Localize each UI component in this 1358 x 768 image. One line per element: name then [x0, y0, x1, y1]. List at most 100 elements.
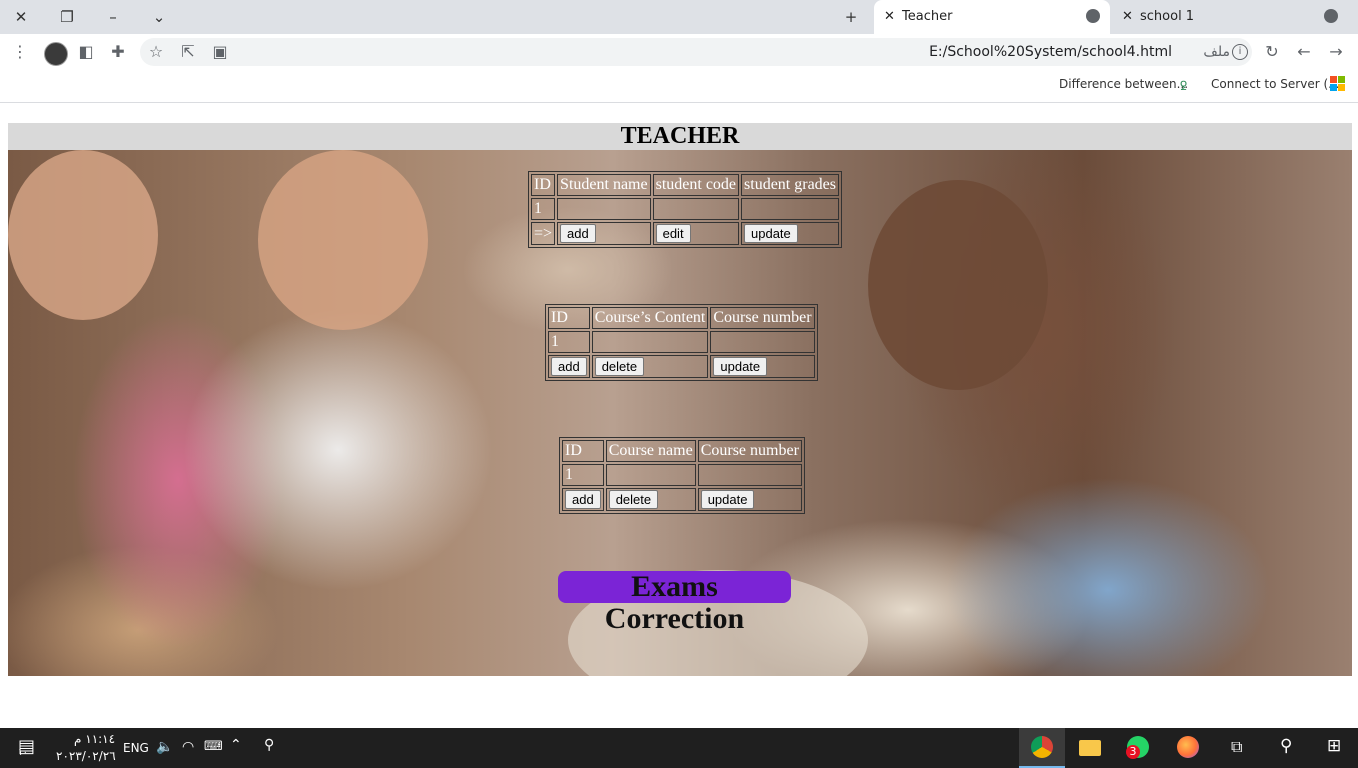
share-icon[interactable]: ⇱ — [178, 42, 198, 62]
chevron-up-icon[interactable]: ⌃ — [230, 737, 242, 753]
courses-table: ID Course name Course number 1 add delet… — [559, 437, 805, 514]
profile-avatar[interactable] — [44, 42, 68, 66]
table-header-row: ID Course’s Content Course number — [548, 307, 815, 329]
task-view-icon[interactable]: ⧉ — [1231, 737, 1242, 757]
close-tab-icon[interactable]: ✕ — [884, 9, 895, 24]
course-content-table: ID Course’s Content Course number 1 add … — [545, 304, 818, 381]
menu-dots-icon[interactable]: ⋮ — [10, 42, 30, 62]
cast-icon[interactable]: ▣ — [210, 42, 230, 62]
tab-title: school 1 — [1140, 9, 1195, 24]
address-url[interactable]: E:/School%20System/school4.html — [929, 44, 1172, 60]
globe-icon — [1324, 9, 1338, 23]
table-row: 1 — [548, 331, 815, 353]
side-panel-icon[interactable]: ◧ — [76, 42, 96, 62]
arrow-cell: => — [531, 222, 556, 245]
header-cell: student grades — [741, 174, 839, 196]
table-row: add delete update — [562, 488, 802, 511]
tab-teacher[interactable]: ✕ Teacher — [874, 0, 1110, 34]
header-cell: ID — [531, 174, 556, 196]
table-row: add delete update — [548, 355, 815, 378]
table-header-row: ID Course name Course number — [562, 440, 802, 462]
site-info-icon[interactable]: i — [1232, 44, 1248, 60]
header-cell: ID — [562, 440, 604, 462]
tab-school-1[interactable]: ✕ school 1 — [1112, 0, 1348, 34]
tab-bar: ✕ ❐ – ⌄ + ✕ Teacher ✕ school 1 — [0, 0, 1358, 34]
page-title: TEACHER — [8, 123, 1352, 150]
volume-icon[interactable]: 🔈 — [156, 739, 173, 755]
id-cell: 1 — [531, 198, 556, 220]
firefox-taskbar-app[interactable] — [1165, 728, 1211, 768]
photo-face-right — [868, 180, 1048, 390]
exams-correction-button[interactable]: Exams Correction — [558, 571, 791, 635]
search-icon[interactable]: ⚲ — [1280, 736, 1292, 756]
tab-title: Teacher — [902, 9, 953, 24]
edit-button[interactable]: edit — [655, 224, 691, 243]
chrome-taskbar-app[interactable] — [1019, 728, 1065, 768]
close-window-icon[interactable]: ✕ — [8, 4, 34, 30]
clock-time[interactable]: ١١:١٤ م — [74, 732, 115, 746]
back-arrow-icon[interactable]: ← — [1294, 42, 1314, 62]
photo-face-center — [258, 150, 428, 330]
minimize-window-icon[interactable]: – — [100, 4, 126, 30]
globe-icon — [1086, 9, 1100, 23]
windows-taskbar: ▤ ١٠ ١١:١٤ م ٢٠٢٣/٠٢/٢٦ ENG 🔈 ◠ ⌨ ⌃ ⚲ 3 … — [0, 728, 1358, 768]
empty-cell — [741, 198, 839, 220]
close-tab-icon[interactable]: ✕ — [1122, 9, 1133, 24]
folder-icon — [1079, 740, 1101, 756]
empty-cell — [557, 198, 651, 220]
network-icon[interactable]: ◠ — [182, 739, 194, 755]
update-button[interactable]: update — [744, 224, 798, 243]
table-row: 1 — [562, 464, 802, 486]
header-cell: Course number — [697, 440, 802, 462]
id-cell: 1 — [562, 464, 604, 486]
bookmark-difference[interactable]: Difference between... — [1059, 77, 1188, 91]
microsoft-logo-icon — [1330, 76, 1346, 92]
id-cell: 1 — [548, 331, 590, 353]
students-table: ID Student name student code student gra… — [528, 171, 842, 248]
update-button[interactable]: update — [713, 357, 768, 376]
address-bar[interactable]: ☆ ⇱ ▣ E:/School%20System/school4.html مل… — [140, 38, 1252, 66]
people-icon[interactable]: ⚲ — [264, 737, 274, 753]
delete-button[interactable]: delete — [594, 357, 645, 376]
table-row: => add edit update — [531, 222, 839, 245]
windows-start-icon[interactable]: ⊞ — [1327, 736, 1341, 756]
restore-window-icon[interactable]: ❐ — [54, 4, 80, 30]
empty-cell — [652, 198, 740, 220]
keyboard-icon[interactable]: ⌨ — [204, 739, 223, 754]
new-tab-button[interactable]: + — [838, 4, 864, 30]
firefox-icon — [1177, 736, 1199, 758]
empty-cell — [591, 331, 709, 353]
clock-date[interactable]: ٢٠٢٣/٠٢/٢٦ — [56, 749, 116, 763]
delete-button[interactable]: delete — [608, 490, 659, 509]
empty-cell — [605, 464, 696, 486]
add-button[interactable]: add — [565, 490, 601, 509]
reload-icon[interactable]: ↻ — [1262, 42, 1282, 62]
browser-toolbar: ⋮ ◧ ✚ ☆ ⇱ ▣ E:/School%20System/school4.h… — [0, 34, 1358, 70]
whatsapp-badge: 3 — [1126, 745, 1140, 759]
add-button[interactable]: add — [560, 224, 596, 243]
photo-face-left — [8, 150, 158, 320]
extensions-icon[interactable]: ✚ — [108, 42, 128, 62]
header-cell: Course’s Content — [591, 307, 709, 329]
bookmarks-bar: Difference between... ꝿ Connect to Serve… — [0, 70, 1358, 103]
header-cell: Course name — [605, 440, 696, 462]
tab-search-chevron-icon[interactable]: ⌄ — [146, 4, 172, 30]
forward-arrow-icon[interactable]: → — [1326, 42, 1346, 62]
add-button[interactable]: add — [551, 357, 587, 376]
geeks-icon: ꝿ — [1180, 79, 1188, 93]
update-button[interactable]: update — [700, 490, 755, 509]
header-cell: Course number — [710, 307, 815, 329]
empty-cell — [710, 331, 815, 353]
bookmark-connect-server[interactable]: Connect to Server (... — [1211, 77, 1340, 91]
table-header-row: ID Student name student code student gra… — [531, 174, 839, 196]
file-explorer-taskbar-app[interactable] — [1067, 728, 1113, 768]
chrome-icon — [1031, 736, 1053, 758]
bookmark-star-icon[interactable]: ☆ — [146, 42, 166, 62]
address-scheme-label: ملف — [1203, 44, 1230, 60]
header-cell: ID — [548, 307, 590, 329]
header-cell: student code — [652, 174, 740, 196]
whatsapp-taskbar-app[interactable]: 3 — [1115, 728, 1161, 768]
table-row: 1 — [531, 198, 839, 220]
notification-count: ١٠ — [18, 748, 28, 758]
language-indicator[interactable]: ENG — [123, 741, 149, 755]
